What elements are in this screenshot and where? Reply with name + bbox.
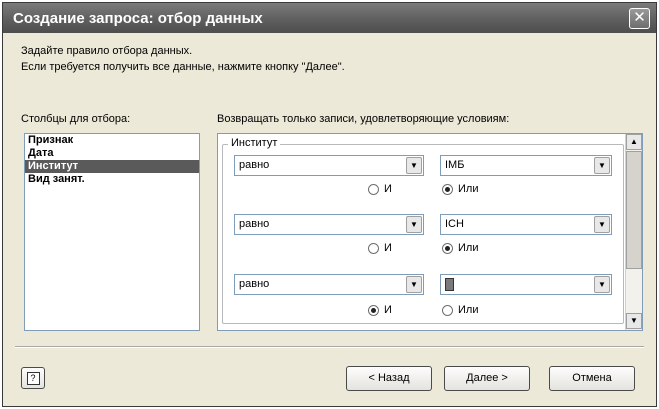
or-radio-1[interactable] xyxy=(442,184,453,195)
instruction-line-2: Если требуется получить все данные, нажм… xyxy=(21,61,345,73)
operator-value-1: равно xyxy=(239,159,270,171)
operator-value-2: равно xyxy=(239,218,270,230)
column-item-data[interactable]: Дата xyxy=(25,147,199,160)
criteria-scrollbar[interactable]: ▲ ▼ xyxy=(625,134,642,330)
value-text-1: IMБ xyxy=(445,159,465,171)
value-select-3[interactable]: ▼ xyxy=(440,274,612,295)
criteria-label: Возвращать только записи, удовлетворяющи… xyxy=(217,113,510,125)
and-label-1: И xyxy=(384,183,392,195)
value-select-1[interactable]: IMБ ▼ xyxy=(440,155,612,176)
or-label-2: Или xyxy=(458,242,479,254)
scroll-down-icon[interactable]: ▼ xyxy=(626,313,642,329)
footer-divider xyxy=(15,346,644,348)
chevron-down-icon[interactable]: ▼ xyxy=(406,157,422,174)
help-button[interactable]: ? xyxy=(21,367,45,389)
instruction-line-1: Задайте правило отбора данных. xyxy=(21,45,193,57)
and-label-2: И xyxy=(384,242,392,254)
and-label-3: И xyxy=(384,304,392,316)
help-icon: ? xyxy=(26,372,40,385)
scroll-thumb[interactable] xyxy=(626,151,642,269)
or-label-1: Или xyxy=(458,183,479,195)
operator-value-3: равно xyxy=(239,278,270,290)
scroll-up-icon[interactable]: ▲ xyxy=(626,134,642,150)
dialog-window: Создание запроса: отбор данных ✕ Задайте… xyxy=(2,2,657,407)
operator-select-3[interactable]: равно ▼ xyxy=(234,274,424,295)
chevron-down-icon[interactable]: ▼ xyxy=(594,157,610,174)
title-bar: Создание запроса: отбор данных ✕ xyxy=(3,3,656,33)
criteria-panel: Институт равно ▼ IMБ ▼ И Или равно ▼ ICH… xyxy=(217,133,643,331)
columns-listbox[interactable]: Признак Дата Институт Вид занят. xyxy=(24,133,200,331)
columns-label: Столбцы для отбора: xyxy=(21,113,131,125)
dialog-title: Создание запроса: отбор данных xyxy=(13,10,263,27)
cancel-button[interactable]: Отмена xyxy=(549,366,635,391)
value-text-2: ICH xyxy=(445,218,464,230)
operator-select-1[interactable]: равно ▼ xyxy=(234,155,424,176)
or-radio-3[interactable] xyxy=(442,305,453,316)
close-button[interactable]: ✕ xyxy=(629,8,650,29)
text-cursor-caret xyxy=(445,278,454,291)
or-label-3: Или xyxy=(458,304,479,316)
and-radio-3[interactable] xyxy=(368,305,379,316)
chevron-down-icon[interactable]: ▼ xyxy=(406,216,422,233)
chevron-down-icon[interactable]: ▼ xyxy=(594,276,610,293)
and-radio-1[interactable] xyxy=(368,184,379,195)
criteria-group-title: Институт xyxy=(228,137,281,149)
chevron-down-icon[interactable]: ▼ xyxy=(594,216,610,233)
column-item-priznak[interactable]: Признак xyxy=(25,134,199,147)
column-item-vid-zanyat[interactable]: Вид занят. xyxy=(25,173,199,186)
back-button[interactable]: < Назад xyxy=(346,366,432,391)
next-button[interactable]: Далее > xyxy=(444,366,530,391)
operator-select-2[interactable]: равно ▼ xyxy=(234,214,424,235)
or-radio-2[interactable] xyxy=(442,243,453,254)
column-item-institut[interactable]: Институт xyxy=(25,160,199,173)
value-select-2[interactable]: ICH ▼ xyxy=(440,214,612,235)
chevron-down-icon[interactable]: ▼ xyxy=(406,276,422,293)
and-radio-2[interactable] xyxy=(368,243,379,254)
close-icon: ✕ xyxy=(633,9,646,26)
